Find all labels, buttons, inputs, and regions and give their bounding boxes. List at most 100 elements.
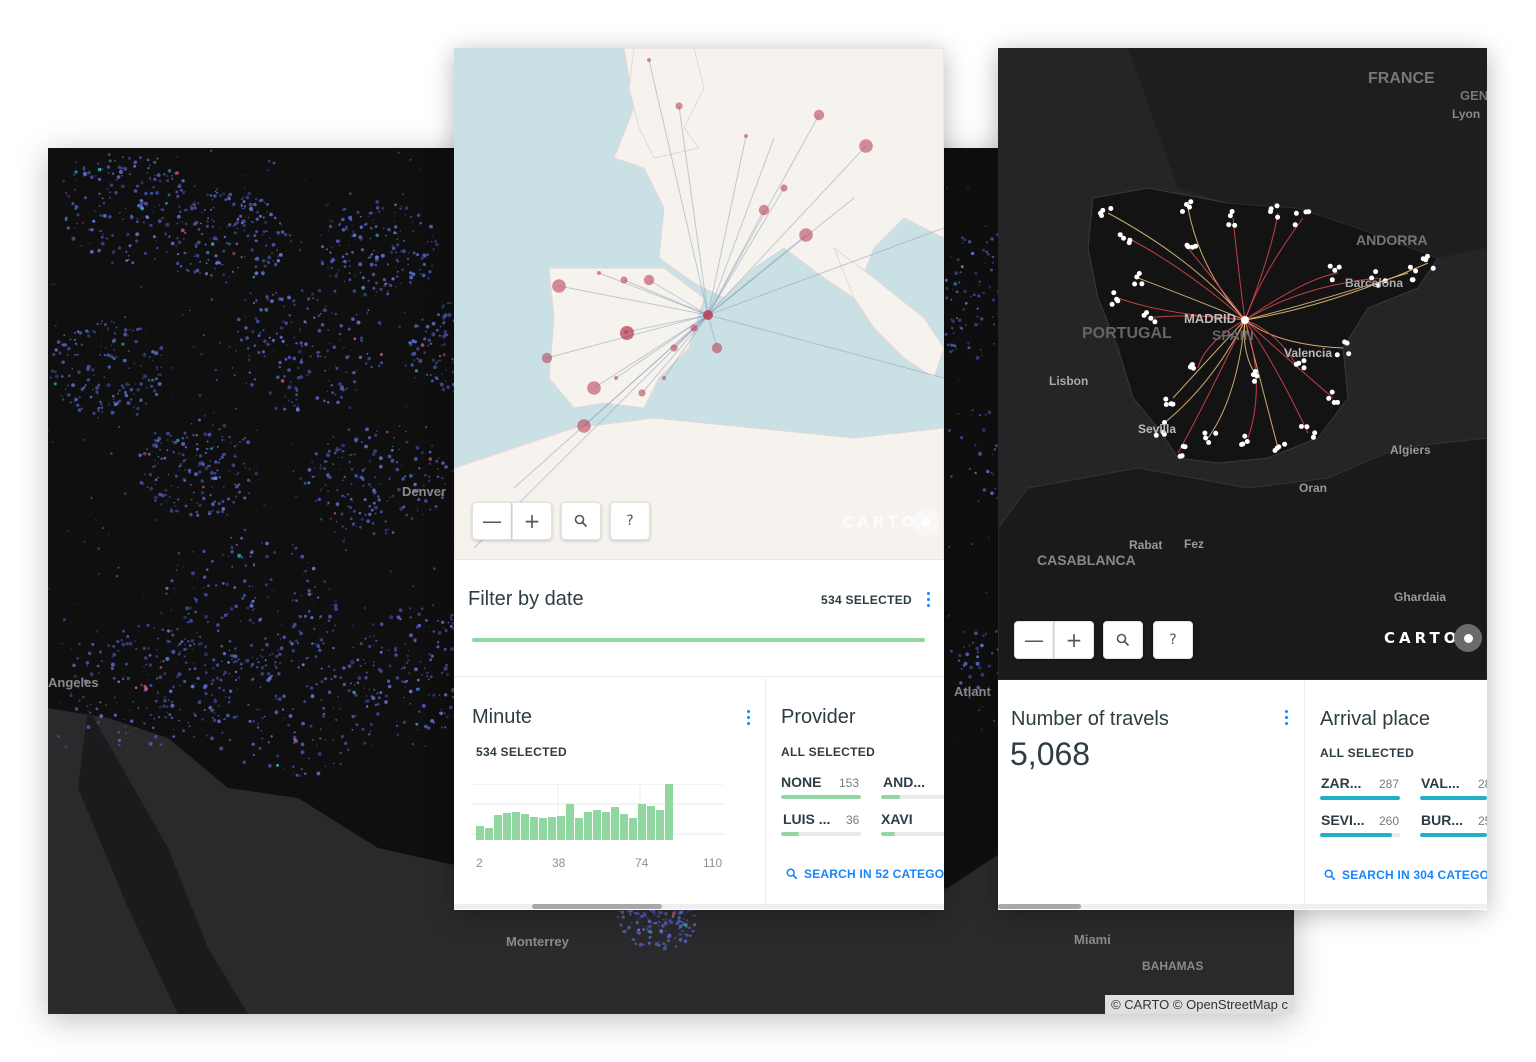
- histogram-bar[interactable]: [485, 828, 493, 840]
- histogram-bar[interactable]: [656, 810, 664, 840]
- map-attribution[interactable]: © CARTO © OpenStreetMap c: [1105, 995, 1294, 1014]
- histogram-bar[interactable]: [548, 817, 556, 840]
- histogram-axis: 2 38 74 110: [476, 856, 726, 870]
- map-label-barcelona: Barcelona: [1345, 276, 1404, 290]
- map-label-gen: GEN: [1460, 88, 1487, 103]
- travels-widget-title: Number of travels: [1011, 708, 1169, 730]
- histogram-bar[interactable]: [593, 810, 601, 840]
- divider: [765, 678, 766, 910]
- category-label-sevi[interactable]: SEVI...: [1321, 812, 1365, 828]
- minute-widget-menu-icon[interactable]: [747, 710, 751, 725]
- category-label-val[interactable]: VAL...: [1421, 775, 1460, 791]
- date-filter-selected: 534 SELECTED: [821, 593, 912, 607]
- divider: [1304, 680, 1305, 910]
- minute-histogram[interactable]: [472, 784, 732, 856]
- axis-tick: 74: [635, 856, 649, 870]
- category-bar: [881, 795, 944, 799]
- category-bar: [781, 832, 861, 836]
- histogram-bar[interactable]: [665, 784, 673, 840]
- horizontal-scrollbar-track: [454, 904, 944, 909]
- histogram-bar[interactable]: [620, 814, 628, 840]
- histogram-bar[interactable]: [566, 804, 574, 840]
- travels-widget-menu-icon[interactable]: [1285, 710, 1289, 725]
- search-icon[interactable]: [561, 502, 601, 540]
- map-label-fez: Fez: [1184, 537, 1205, 551]
- map-label-casablanca: CASABLANCA: [1037, 552, 1136, 568]
- arrival-widget-title: Arrival place: [1320, 708, 1431, 730]
- carto-logo-dot: [912, 508, 941, 536]
- histogram-bar[interactable]: [647, 806, 655, 840]
- map-label-miami: Miami: [1074, 932, 1111, 947]
- zoom-control: — +: [472, 502, 552, 540]
- minute-widget-title: Minute: [472, 706, 533, 728]
- divider: [454, 676, 944, 677]
- horizontal-scrollbar-thumb[interactable]: [532, 904, 662, 909]
- spain-map-canvas: [998, 48, 1487, 680]
- category-bar: [1320, 833, 1400, 837]
- histogram-bar[interactable]: [557, 816, 565, 840]
- histogram-bar[interactable]: [629, 818, 637, 840]
- histogram-bar[interactable]: [512, 812, 520, 840]
- category-label-bur[interactable]: BUR...: [1421, 812, 1463, 828]
- map-label-ghardaia: Ghardaia: [1394, 590, 1447, 604]
- map-label-algiers: Algiers: [1390, 443, 1431, 457]
- category-label-and[interactable]: AND...: [883, 774, 925, 790]
- zoom-in-button[interactable]: +: [512, 502, 552, 540]
- axis-tick: 38: [552, 856, 566, 870]
- map-label-denver: Denver: [402, 484, 447, 499]
- histogram-bar[interactable]: [539, 818, 547, 840]
- histogram-bar[interactable]: [476, 826, 484, 840]
- category-bar: [781, 795, 861, 799]
- histogram-bar[interactable]: [611, 807, 619, 840]
- europe-map-canvas: [454, 48, 944, 560]
- provider-widget-selected: ALL SELECTED: [781, 745, 876, 759]
- zoom-out-button[interactable]: —: [1014, 621, 1054, 659]
- histogram-bar[interactable]: [530, 817, 538, 840]
- spain-routes-map[interactable]: FRANCE GEN Lyon ANDORRA Barcelona PORTUG…: [998, 48, 1487, 680]
- zoom-out-button[interactable]: —: [472, 502, 512, 540]
- category-value: 260: [1379, 814, 1400, 828]
- map-label-monterrey: Monterrey: [506, 934, 569, 949]
- axis-tick: 2: [476, 856, 483, 870]
- category-bar: [1420, 833, 1487, 837]
- map-label-los-angeles: Angeles: [48, 675, 99, 690]
- category-label-none[interactable]: NONE: [781, 774, 821, 790]
- search-icon: [786, 868, 798, 880]
- category-label-zar[interactable]: ZAR...: [1321, 775, 1361, 791]
- horizontal-scrollbar-thumb[interactable]: [998, 904, 1081, 909]
- histogram-bar[interactable]: [584, 812, 592, 840]
- map-label-lisbon: Lisbon: [1049, 374, 1089, 388]
- travels-count-value: 5,068: [1010, 736, 1091, 772]
- histogram-bar[interactable]: [602, 812, 610, 840]
- map-label-madrid: MADRID: [1184, 311, 1236, 326]
- europe-flights-map[interactable]: — + ? CARTO: [454, 48, 944, 560]
- help-button[interactable]: ?: [1153, 621, 1193, 659]
- histogram-bar[interactable]: [494, 815, 502, 840]
- carto-logo: CARTO: [842, 508, 941, 536]
- arrival-search-link[interactable]: SEARCH IN 304 CATEGOR: [1324, 868, 1487, 882]
- carto-logo-dot: [1454, 624, 1483, 652]
- map-label-rabat: Rabat: [1129, 538, 1163, 552]
- date-range-bar[interactable]: [472, 638, 925, 642]
- category-bar: [1320, 796, 1400, 800]
- map-label-france: FRANCE: [1368, 70, 1435, 87]
- date-filter-menu-icon[interactable]: [927, 592, 931, 607]
- search-icon: [1324, 869, 1336, 881]
- search-icon[interactable]: [1103, 621, 1143, 659]
- histogram-bar[interactable]: [503, 813, 511, 840]
- category-bar: [1420, 796, 1487, 800]
- provider-search-link[interactable]: SEARCH IN 52 CATEGOR: [786, 867, 944, 881]
- category-label-xavi[interactable]: XAVI: [881, 811, 913, 827]
- category-value: 36: [846, 813, 860, 827]
- help-control: ?: [610, 502, 650, 540]
- histogram-bar[interactable]: [521, 814, 529, 840]
- search-control: [561, 502, 601, 540]
- travels-dashboard-panel: FRANCE GEN Lyon ANDORRA Barcelona PORTUG…: [998, 48, 1487, 910]
- carto-logo: CARTO: [1384, 624, 1483, 652]
- help-button[interactable]: ?: [610, 502, 650, 540]
- map-label-spain: SPAIN: [1212, 327, 1254, 343]
- histogram-bar[interactable]: [575, 818, 583, 840]
- category-label-luis[interactable]: LUIS ...: [783, 811, 830, 827]
- histogram-bar[interactable]: [638, 804, 646, 840]
- zoom-in-button[interactable]: +: [1054, 621, 1094, 659]
